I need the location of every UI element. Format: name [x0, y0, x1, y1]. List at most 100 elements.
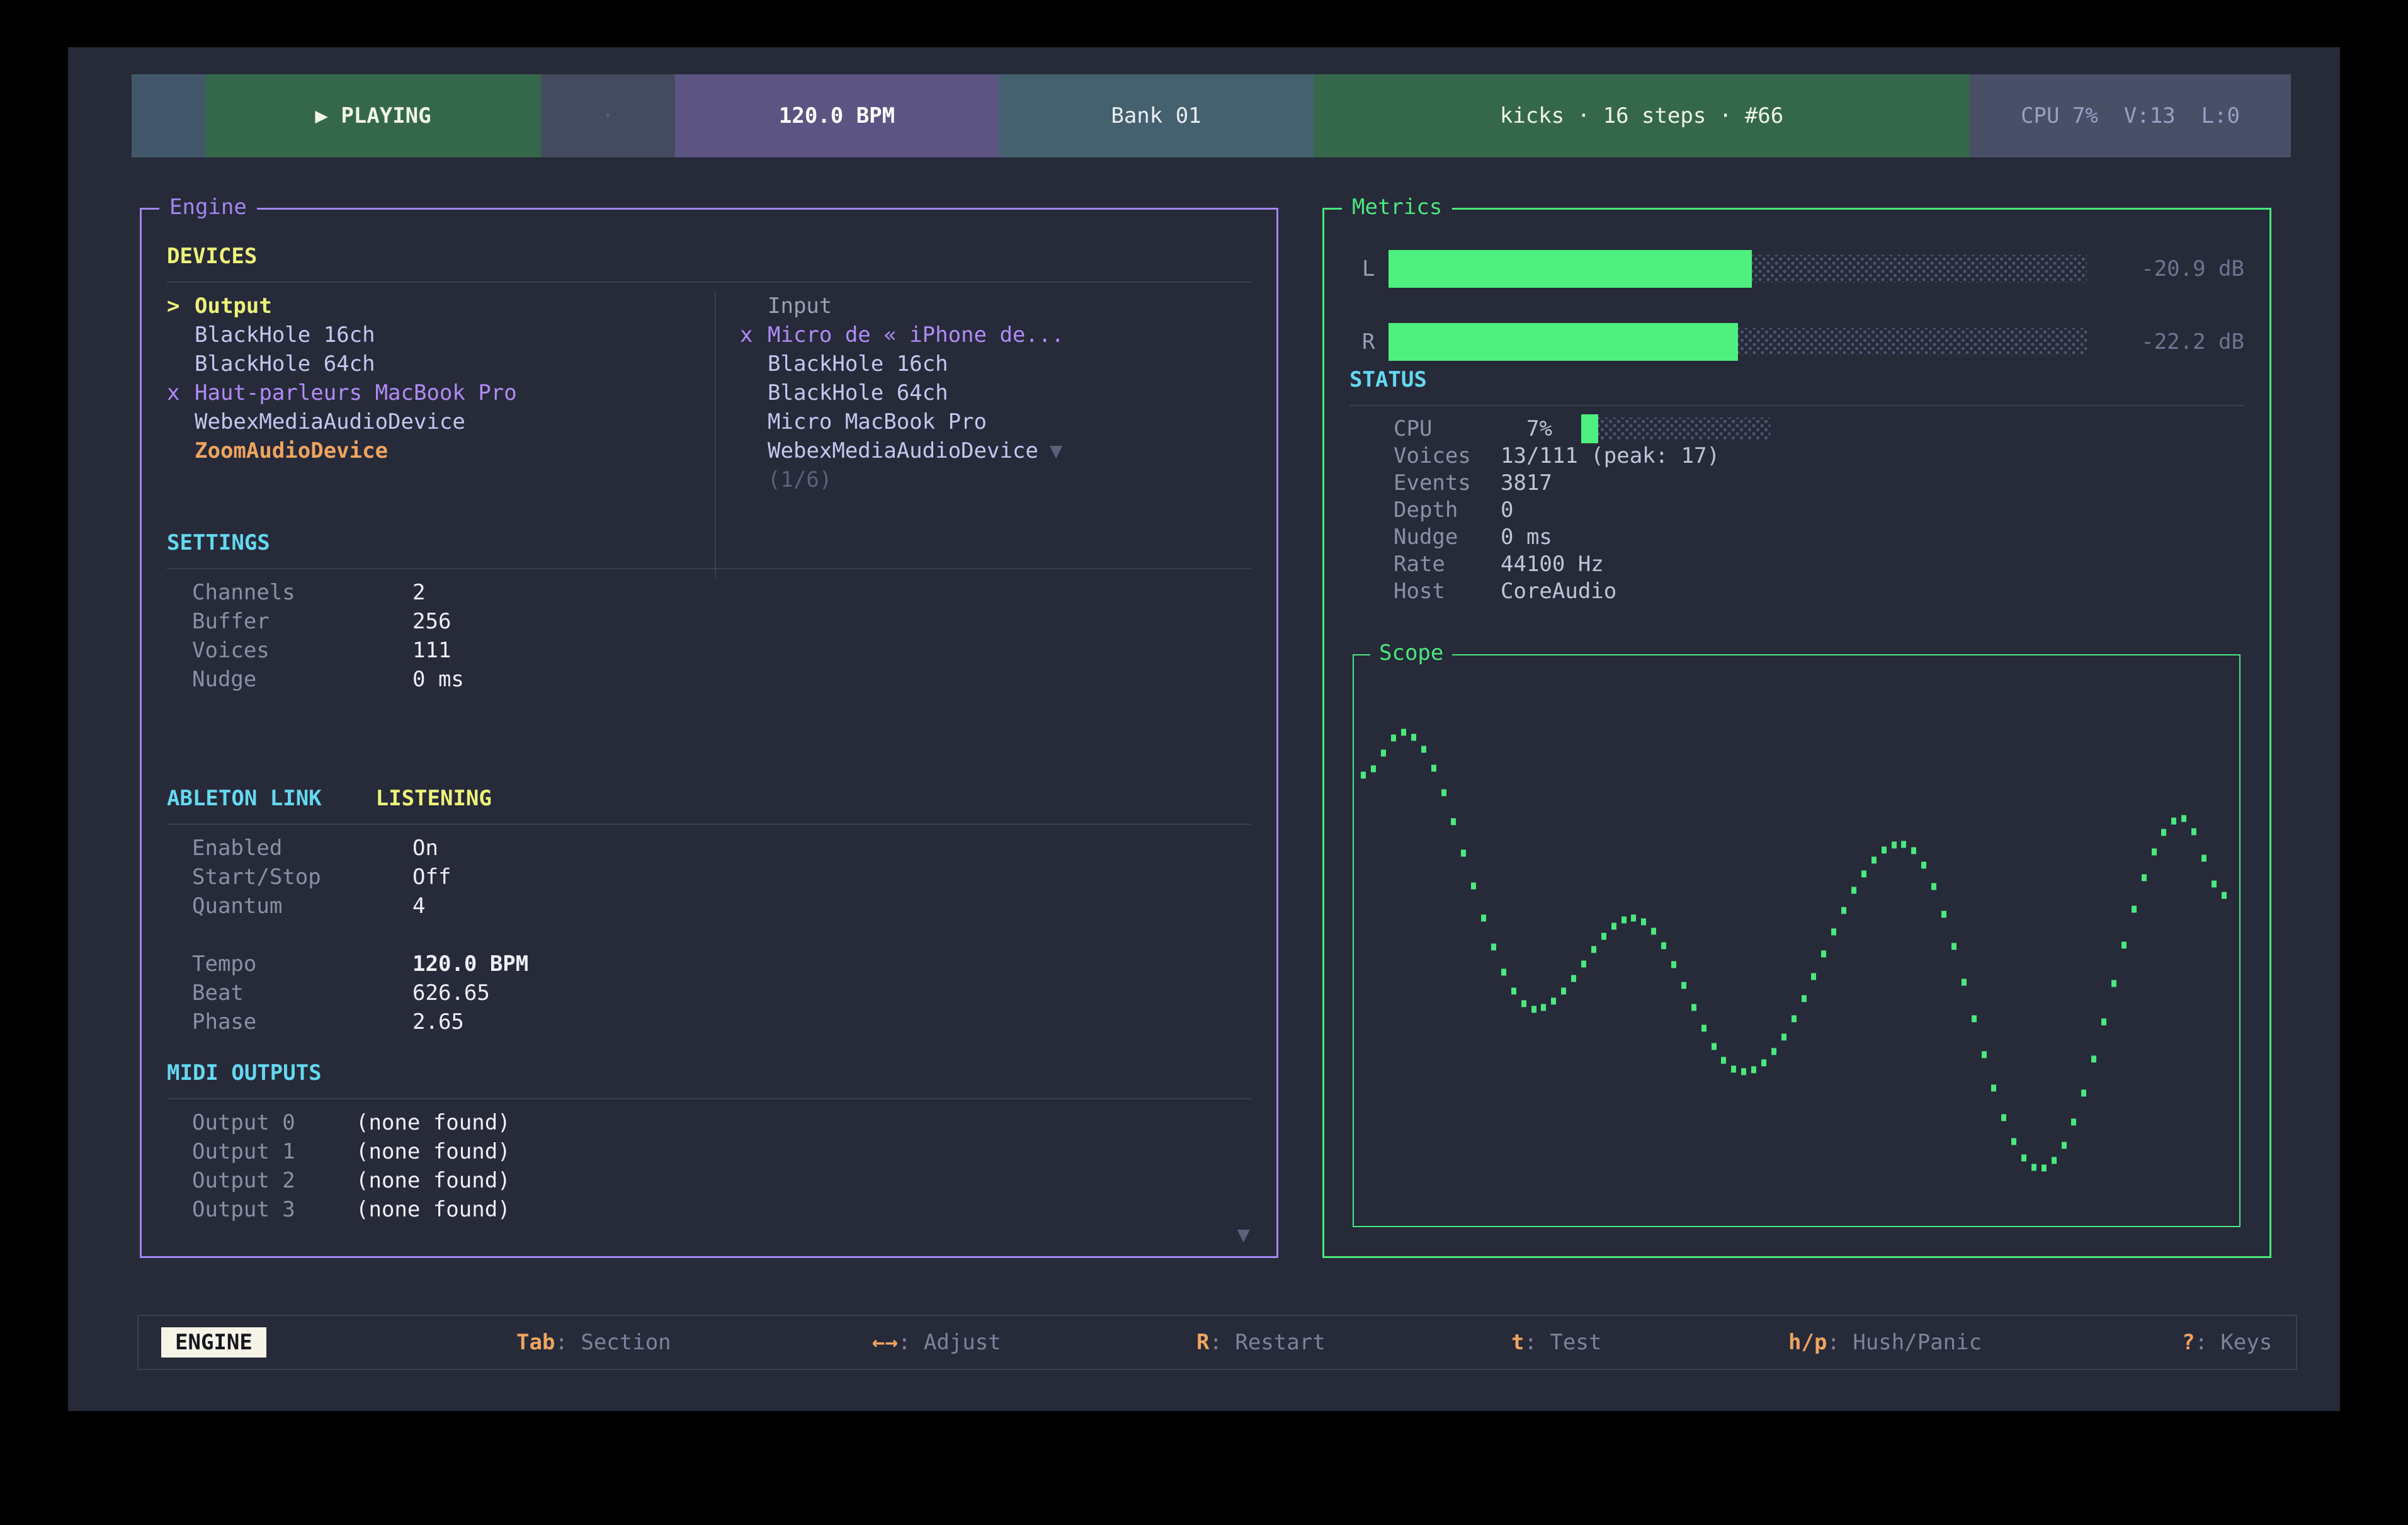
status-row: Voices 13/111 (peak: 17) [1349, 442, 2244, 469]
midi-output-row[interactable]: Output 3 (none found) [167, 1195, 1251, 1224]
scope-dot [1931, 883, 1936, 890]
scope-dot [2152, 848, 2157, 855]
mode-badge: ENGINE [161, 1327, 266, 1358]
device-item[interactable]: WebexMediaAudioDevice [167, 407, 715, 436]
link-row[interactable]: Beat 626.65 [167, 978, 1251, 1007]
hint-hush-panic[interactable]: h/p: Hush/Panic [1788, 1330, 1982, 1355]
setting-row[interactable]: Buffer 256 [167, 607, 1251, 636]
device-item[interactable]: x Haut-parleurs MacBook Pro [167, 378, 715, 407]
device-item[interactable]: Input [740, 292, 1251, 320]
hint-desc: : Keys [2195, 1330, 2272, 1355]
hint-key: R [1196, 1330, 1209, 1355]
scope-dot [1401, 729, 1406, 736]
device-item[interactable]: BlackHole 64ch [167, 349, 715, 378]
bpm-display[interactable]: 120.0 BPM [675, 74, 999, 157]
divider [1349, 405, 2244, 406]
link-rows: Enabled On Start/Stop Off Quantum 4 [167, 834, 1251, 921]
link-row[interactable]: Enabled On [167, 834, 1251, 863]
device-item[interactable]: WebexMediaAudioDevice ▼ [740, 436, 1251, 465]
device-label: WebexMediaAudioDevice [195, 409, 465, 434]
scope-dot [2132, 906, 2137, 913]
midi-output-row[interactable]: Output 0 (none found) [167, 1108, 1251, 1137]
scope-dot [1691, 1004, 1696, 1011]
scope-dot [2212, 881, 2217, 888]
status-label: Voices [1394, 443, 1501, 468]
scope-dot [1821, 951, 1826, 958]
meter-left-remainder [1752, 255, 2087, 283]
device-item[interactable]: (1/6) [740, 465, 1251, 494]
track-info[interactable]: kicks · 16 steps · #66 [1314, 74, 1970, 157]
cpu-label: CPU [1394, 416, 1501, 441]
midi-output-row[interactable]: Output 1 (none found) [167, 1137, 1251, 1166]
setting-label: Voices [192, 638, 412, 663]
scope-dot [1721, 1057, 1726, 1063]
scope-dot [1972, 1015, 1977, 1022]
scope-dot [1471, 883, 1476, 890]
hint-adjust[interactable]: ←→: Adjust [872, 1330, 1001, 1355]
link-row[interactable]: Tempo 120.0 BPM [167, 950, 1251, 978]
scope-dot [1381, 749, 1386, 756]
divider [167, 824, 1251, 825]
scope-dot [2101, 1018, 2106, 1025]
meter-right-label: R [1362, 329, 1389, 354]
setting-row[interactable]: Nudge 0 ms [167, 665, 1251, 694]
device-item[interactable]: x Micro de « iPhone de... [740, 320, 1251, 349]
device-item[interactable]: > Output [167, 292, 715, 320]
hint-key: ? [2182, 1330, 2195, 1355]
transport-status[interactable]: ▶ PLAYING [205, 74, 541, 157]
scroll-more-icon[interactable]: ▼ [1237, 1222, 1250, 1247]
scope-dot [1751, 1066, 1756, 1073]
device-item[interactable]: BlackHole 16ch [167, 320, 715, 349]
cpu-value: 7% [1501, 416, 1552, 441]
scope-dot [2081, 1089, 2086, 1096]
setting-row[interactable]: Channels 2 [167, 578, 1251, 607]
status-row: Events 3817 [1349, 469, 2244, 496]
scope-dot [1941, 910, 1946, 917]
link-row[interactable]: Phase 2.65 [167, 1007, 1251, 1036]
meter-right: R -22.2 dB [1349, 323, 2244, 361]
link-label: Start/Stop [192, 865, 412, 890]
scope-dot [1521, 1001, 1526, 1007]
meter-left-db: -20.9 dB [2101, 256, 2244, 281]
scope-dot [1771, 1048, 1776, 1055]
status-value: 0 ms [1501, 524, 1552, 550]
device-label: WebexMediaAudioDevice [768, 438, 1038, 463]
scope-dot [1871, 856, 1877, 863]
status-label: Nudge [1394, 524, 1501, 550]
scope-dot [1681, 982, 1686, 989]
device-item[interactable]: BlackHole 64ch [740, 378, 1251, 407]
meter-left-fill [1389, 250, 1752, 288]
device-label: Input [768, 293, 832, 319]
tab-stub[interactable] [132, 74, 205, 157]
midi-output-row[interactable]: Output 2 (none found) [167, 1166, 1251, 1195]
bank-display[interactable]: Bank 01 [999, 74, 1314, 157]
hint-desc: : Hush/Panic [1827, 1330, 1982, 1355]
hint-section[interactable]: Tab: Section [516, 1330, 671, 1355]
scope-dot [1501, 968, 1506, 975]
scope-dot [2091, 1055, 2096, 1062]
link-row[interactable]: Start/Stop Off [167, 863, 1251, 892]
scope-dot [2171, 818, 2176, 825]
engine-panel-title: Engine [159, 193, 257, 221]
midi-output-value: (none found) [356, 1110, 511, 1135]
scope-dot [1411, 734, 1416, 740]
setting-label: Buffer [192, 609, 412, 634]
scope-dot [1792, 1016, 1797, 1023]
scope-panel: Scope [1353, 654, 2240, 1227]
device-item[interactable]: BlackHole 16ch [740, 349, 1251, 378]
selection-marker: x [167, 380, 195, 405]
link-tempo-rows: Tempo 120.0 BPM Beat 626.65 Phase 2.65 [167, 950, 1251, 1036]
link-label: Enabled [192, 836, 412, 861]
dropdown-arrow-icon[interactable]: ▼ [1050, 438, 1062, 463]
device-item[interactable]: Micro MacBook Pro [740, 407, 1251, 436]
scope-dot [1621, 916, 1627, 923]
hint-restart[interactable]: R: Restart [1196, 1330, 1326, 1355]
status-value: 3817 [1501, 470, 1552, 496]
hint-test[interactable]: t: Test [1511, 1330, 1601, 1355]
device-item[interactable]: ZoomAudioDevice [167, 436, 715, 465]
hint-keys[interactable]: ?: Keys [2182, 1330, 2272, 1355]
selection-marker: > [167, 293, 195, 319]
link-row[interactable]: Quantum 4 [167, 892, 1251, 921]
setting-row[interactable]: Voices 111 [167, 636, 1251, 665]
status-row: Rate 44100 Hz [1349, 550, 2244, 577]
